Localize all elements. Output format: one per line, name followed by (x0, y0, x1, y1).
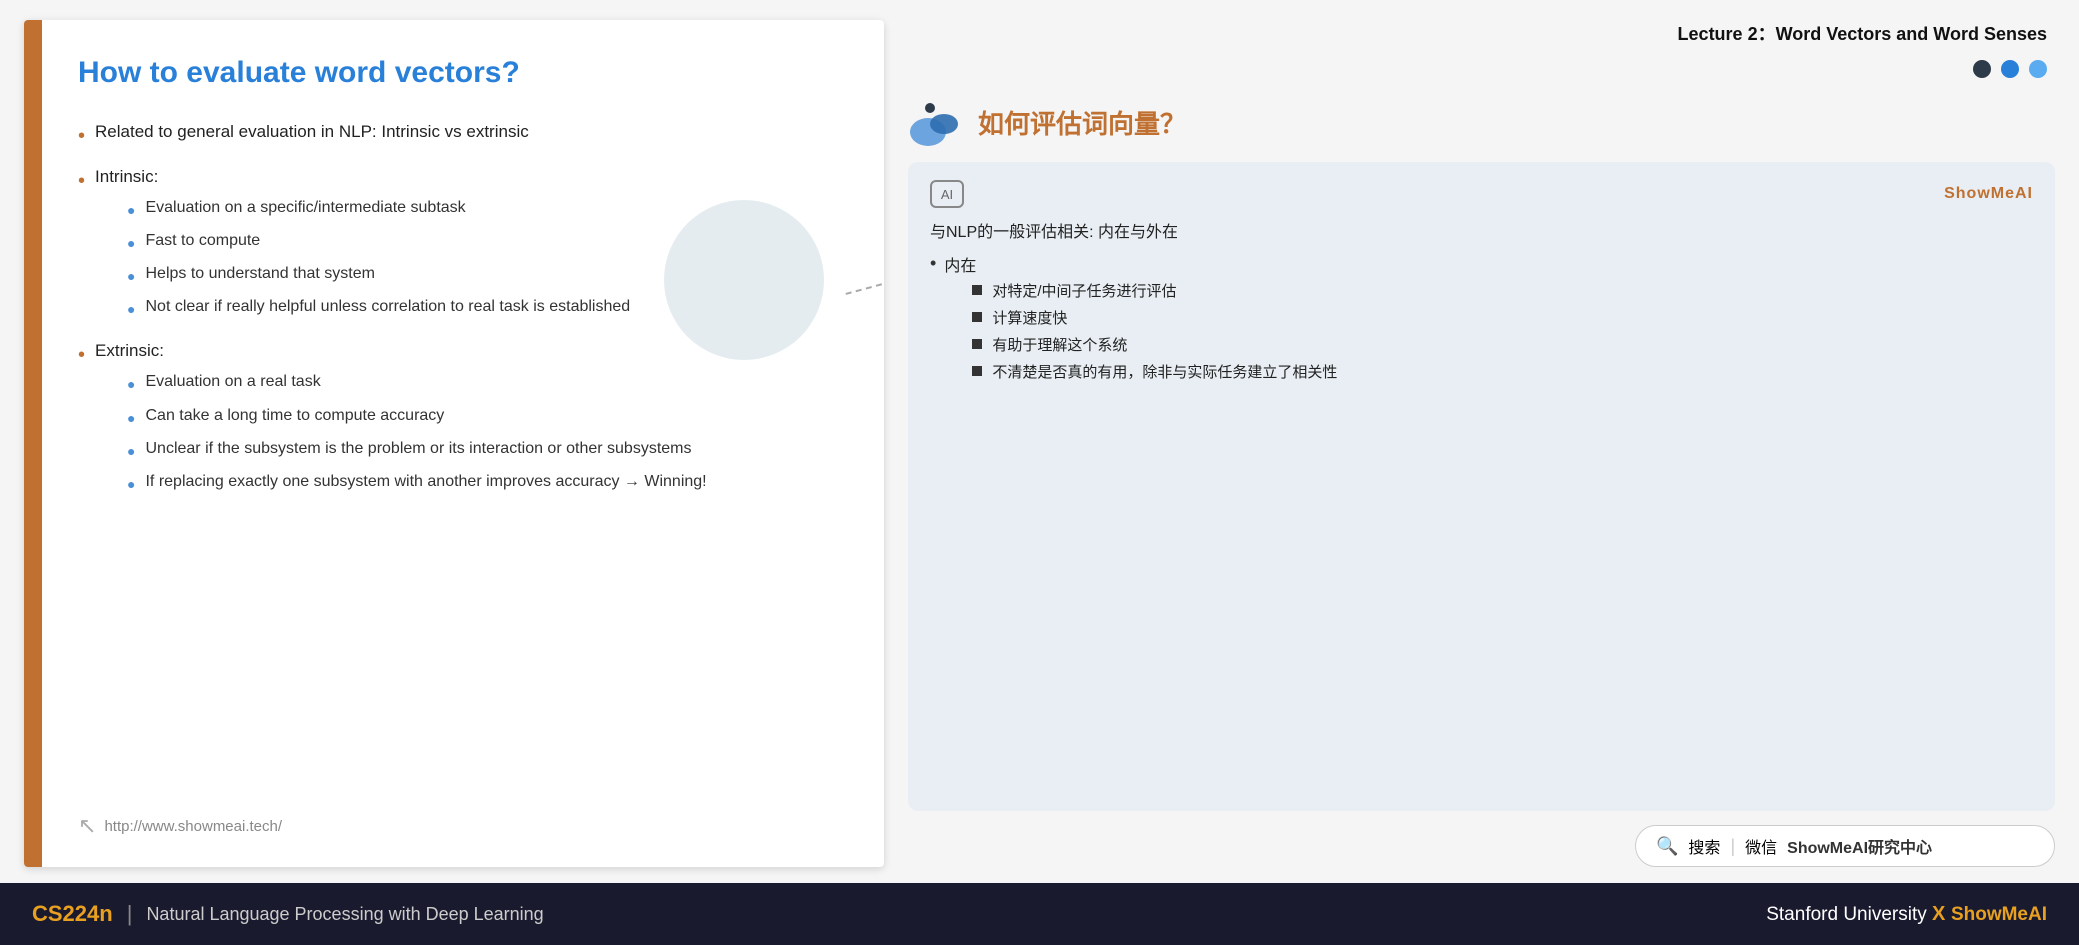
cursor-icon: ↖ (78, 813, 96, 839)
dot-2 (2001, 60, 2019, 78)
dots-row (908, 60, 2055, 78)
cn-bullet-text: 内在 (944, 258, 976, 275)
search-divider: | (1730, 836, 1735, 857)
cn-sub-text: 对特定/中间子任务进行评估 (992, 280, 1176, 301)
slide-title: How to evaluate word vectors? (78, 56, 844, 90)
list-item: • Extrinsic: ● Evaluation on a real task… (78, 337, 844, 501)
list-item: ● Helps to understand that system (127, 261, 630, 288)
sub-bullets: ● Evaluation on a real task ● Can take a… (127, 369, 707, 495)
wave-icon (908, 96, 964, 148)
list-item: ● If replacing exactly one subsystem wit… (127, 469, 707, 496)
sub-bullet-text: Unclear if the subsystem is the problem … (145, 436, 691, 462)
footer-url: http://www.showmeai.tech/ (104, 818, 282, 835)
chinese-title-section: 如何评估词向量？ (908, 96, 2055, 148)
sub-bullet-text: Fast to compute (145, 228, 260, 254)
search-bar[interactable]: 🔍 搜索 | 微信 ShowMeAI研究中心 (1635, 825, 2055, 867)
right-panel: Lecture 2：Word Vectors and Word Senses 如… (908, 20, 2055, 867)
cn-square-icon (972, 312, 982, 322)
list-item: • Related to general evaluation in NLP: … (78, 118, 844, 153)
bullet-icon: • (78, 120, 85, 153)
sub-bullet-icon: ● (127, 407, 135, 430)
slide-body: How to evaluate word vectors? • Related … (42, 20, 884, 867)
slide-left-bar (24, 20, 42, 867)
slide-content: • Related to general evaluation in NLP: … (78, 118, 844, 789)
ai-icon-text: AI (941, 187, 953, 202)
cn-square-icon (972, 285, 982, 295)
list-item: ● Fast to compute (127, 228, 630, 255)
cn-list-item: 对特定/中间子任务进行评估 (972, 280, 1337, 301)
sub-bullet-icon: ● (127, 373, 135, 396)
bullet-text: Extrinsic: (95, 341, 164, 360)
bottom-bar: CS224n | Natural Language Processing wit… (0, 883, 2079, 945)
cn-list-item: 有助于理解这个系统 (972, 334, 1337, 355)
sub-bullet-text: Helps to understand that system (145, 261, 374, 287)
search-label: ShowMeAI研究中心 (1787, 834, 1932, 858)
showmeai-brand: ShowMeAI (1944, 185, 2033, 203)
translation-card: AI ShowMeAI 与NLP的一般评估相关: 内在与外在 • 内在 对特定/… (908, 162, 2055, 811)
dot-1 (1973, 60, 1991, 78)
cn-bullet-icon: • (930, 253, 936, 274)
bullet-text: Related to general evaluation in NLP: In… (95, 118, 529, 146)
cn-list-item: • 内在 对特定/中间子任务进行评估 计算速度快 (930, 252, 2033, 388)
sub-bullet-icon: ● (127, 265, 135, 288)
cn-square-icon (972, 366, 982, 376)
bullet-icon: • (78, 339, 85, 372)
ai-icon: AI (930, 180, 964, 208)
sub-bullet-text: Evaluation on a specific/intermediate su… (145, 195, 465, 221)
sub-bullet-icon: ● (127, 440, 135, 463)
sub-bullet-icon: ● (127, 298, 135, 321)
sub-bullet-text: Evaluation on a real task (145, 369, 320, 395)
bullet-text: Intrinsic: (95, 167, 158, 186)
bottom-divider: | (127, 901, 133, 927)
slide-footer: ↖ http://www.showmeai.tech/ (78, 813, 844, 839)
search-icon: 🔍 (1656, 836, 1678, 857)
sub-bullet-text: Can take a long time to compute accuracy (145, 403, 444, 429)
sub-bullet-icon: ● (127, 232, 135, 255)
cn-sub-text: 计算速度快 (992, 307, 1067, 328)
cn-square-icon (972, 339, 982, 349)
x-separator: X (1932, 903, 1951, 925)
bottom-subtitle: Natural Language Processing with Deep Le… (146, 904, 543, 925)
showmeai-footer-label: ShowMeAI (1951, 904, 2047, 925)
cn-sub-bullets: 对特定/中间子任务进行评估 计算速度快 有助于理解这个系统 不清楚是否 (972, 280, 1337, 382)
main-content: How to evaluate word vectors? • Related … (0, 0, 2079, 883)
lecture-title: Lecture 2：Word Vectors and Word Senses (908, 20, 2055, 46)
bottom-left: CS224n | Natural Language Processing wit… (32, 901, 544, 927)
bottom-right: Stanford University X ShowMeAI (1766, 903, 2047, 926)
search-wechat: 微信 (1745, 834, 1777, 858)
sub-bullet-text: Not clear if really helpful unless corre… (145, 294, 630, 320)
list-item: ● Evaluation on a real task (127, 369, 707, 396)
dashed-connector (845, 267, 884, 295)
chinese-section-title: 如何评估词向量？ (978, 104, 1186, 141)
sub-bullet-text: If replacing exactly one subsystem with … (145, 469, 706, 495)
card-intro: 与NLP的一般评估相关: 内在与外在 (930, 218, 2033, 242)
slide-panel: How to evaluate word vectors? • Related … (24, 20, 884, 867)
dot-3 (2029, 60, 2047, 78)
sub-bullets: ● Evaluation on a specific/intermediate … (127, 195, 630, 321)
sub-bullet-icon: ● (127, 473, 135, 496)
card-header: AI ShowMeAI (930, 180, 2033, 208)
cn-sub-text: 不清楚是否真的有用，除非与实际任务建立了相关性 (992, 361, 1337, 382)
list-item: • Intrinsic: ● Evaluation on a specific/… (78, 163, 844, 327)
list-item: ● Not clear if really helpful unless cor… (127, 294, 630, 321)
list-item: ● Evaluation on a specific/intermediate … (127, 195, 630, 222)
bullet-icon: • (78, 165, 85, 198)
cs224n-label: CS224n (32, 901, 113, 927)
stanford-text: Stanford University (1766, 904, 1927, 925)
search-prefix: 搜索 (1688, 834, 1720, 858)
sub-bullet-icon: ● (127, 199, 135, 222)
list-item: ● Unclear if the subsystem is the proble… (127, 436, 707, 463)
cn-list-item: 计算速度快 (972, 307, 1337, 328)
cn-list-item: 不清楚是否真的有用，除非与实际任务建立了相关性 (972, 361, 1337, 382)
list-item: ● Can take a long time to compute accura… (127, 403, 707, 430)
cn-sub-text: 有助于理解这个系统 (992, 334, 1127, 355)
